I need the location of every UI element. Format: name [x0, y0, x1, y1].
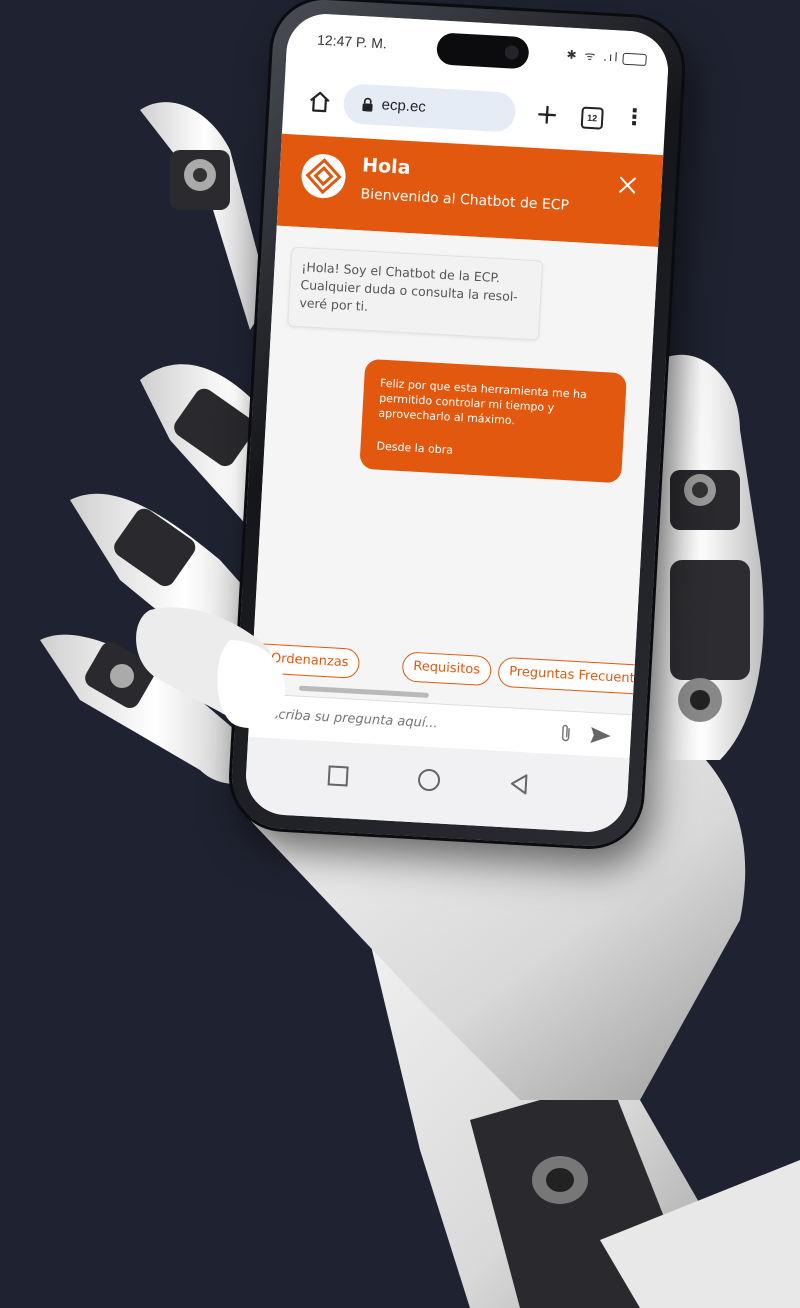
scene: 12:47 P. M. ✱ ᯤ .ıl ecp.ec + 12 ⋮ Hola B… — [0, 0, 800, 1308]
robot-finger-overlay — [136, 607, 285, 729]
